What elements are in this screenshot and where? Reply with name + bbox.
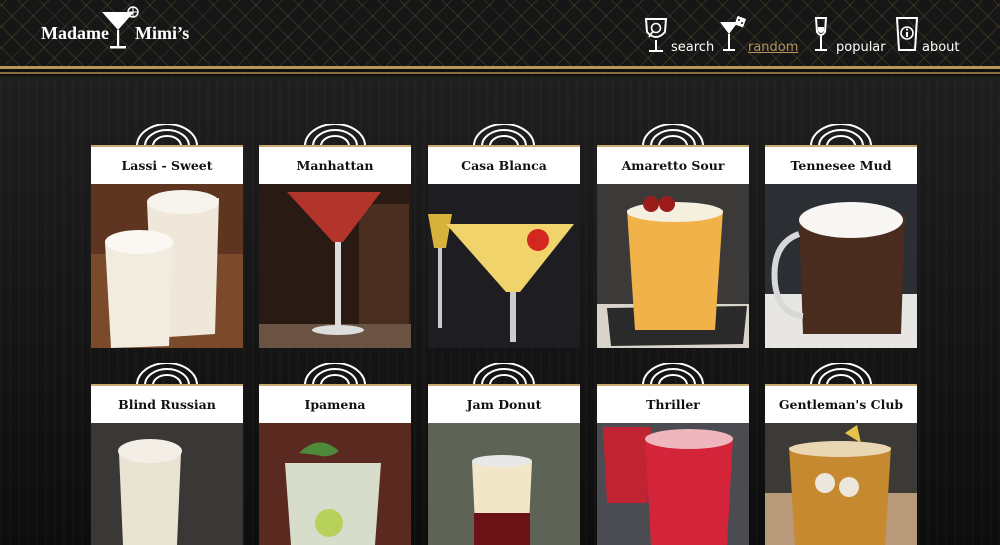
drink-name: Amaretto Sour [621, 158, 725, 173]
site-header: Madame Mimi’s search random popular abou… [0, 0, 1000, 68]
drink-card[interactable]: Amaretto Sour [597, 124, 749, 348]
info-glass-icon [895, 17, 919, 51]
drink-card[interactable]: Jam Donut [428, 363, 580, 545]
drink-photo [259, 423, 411, 545]
nav-random[interactable]: random [718, 16, 798, 60]
nav-popular[interactable]: popular [810, 16, 890, 60]
logo-word-mimis: Mimi’s [135, 23, 190, 43]
nav-about[interactable]: about [894, 16, 960, 60]
drink-photo [428, 423, 580, 545]
drink-photo [597, 423, 749, 545]
drink-name: Casa Blanca [461, 158, 547, 173]
drink-name: Gentleman's Club [778, 397, 904, 412]
drink-card[interactable]: Blind Russian [91, 363, 243, 545]
logo[interactable]: Madame Mimi’s [40, 6, 190, 56]
drink-photo [259, 184, 411, 348]
drink-photo [765, 184, 917, 348]
drink-photo [765, 423, 917, 545]
main-nav: search random popular about [642, 16, 982, 60]
drink-card[interactable]: Gentleman's Club [765, 363, 917, 545]
drink-grid: Lassi - Sweet Manhattan Casa Blanca Amar… [0, 76, 1000, 545]
header-divider [0, 66, 1000, 69]
nav-search[interactable]: search [642, 16, 715, 60]
nav-about-label: about [922, 40, 960, 55]
drink-photo [91, 423, 243, 545]
drink-photo [428, 184, 580, 348]
magnifier-glass-icon [644, 18, 668, 52]
drink-name: Ipamena [304, 397, 366, 412]
logo-word-madame: Madame [41, 23, 109, 43]
drink-card[interactable]: Tennesee Mud [765, 124, 917, 348]
drink-card[interactable]: Thriller [597, 363, 749, 545]
drink-photo [597, 184, 749, 348]
drink-name: Thriller [646, 397, 700, 412]
drink-name: Manhattan [296, 158, 374, 173]
drink-photo [91, 184, 243, 348]
nav-search-label: search [671, 40, 715, 55]
drink-card[interactable]: Manhattan [259, 124, 411, 348]
nav-random-label: random [748, 40, 799, 55]
drink-name: Tennesee Mud [790, 158, 892, 173]
nav-popular-label: popular [836, 40, 886, 55]
champagne-flute-icon [814, 17, 828, 51]
drink-card[interactable]: Casa Blanca [428, 124, 580, 348]
drink-name: Blind Russian [118, 397, 216, 412]
header-divider-secondary [0, 72, 1000, 74]
drink-card[interactable]: Ipamena [259, 363, 411, 545]
drink-name: Jam Donut [466, 397, 542, 412]
martini-logo-icon [102, 6, 139, 49]
cocktail-dice-icon [720, 16, 747, 51]
drink-card[interactable]: Lassi - Sweet [91, 124, 243, 348]
drink-name: Lassi - Sweet [121, 158, 213, 173]
